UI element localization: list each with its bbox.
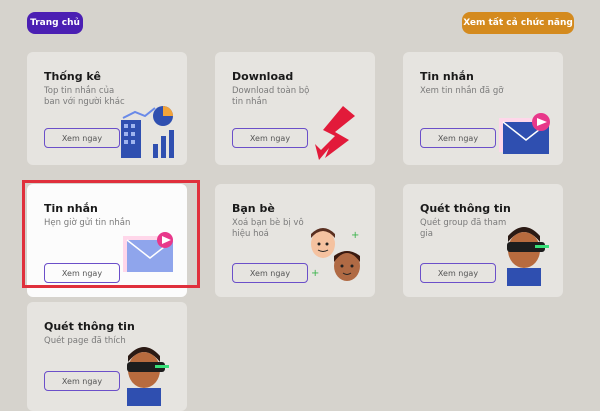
card-deleted-messages: Tin nhắn Xem tin nhắn đã gỡ Xem ngay xyxy=(403,52,563,165)
card-description: Quét group đã tham gia xyxy=(420,218,507,239)
card-title: Tin nhắn xyxy=(420,70,474,83)
card-download: Download Download toàn bộ tin nhắn Xem n… xyxy=(215,52,375,165)
view-now-button[interactable]: Xem ngay xyxy=(420,128,496,148)
svg-text:+: + xyxy=(351,230,359,241)
friends-faces-icon: + + xyxy=(311,228,360,281)
card-description: Download toàn bộ tin nhắn xyxy=(232,86,310,107)
vr-person-icon xyxy=(507,227,549,286)
envelope-icon xyxy=(499,113,550,154)
card-title: Thống kê xyxy=(44,70,101,83)
statistics-chart-icon xyxy=(121,106,174,158)
view-now-button[interactable]: Xem ngay xyxy=(232,263,308,283)
card-statistics: Thống kê Top tin nhắn của ban với người … xyxy=(27,52,187,165)
card-title: Quét thông tin xyxy=(420,202,511,215)
selection-highlight-frame xyxy=(22,180,200,288)
card-title: Download xyxy=(232,70,294,83)
card-scan-groups: Quét thông tin Quét group đã tham gia Xe… xyxy=(403,184,563,297)
card-description: Xem tin nhắn đã gỡ xyxy=(420,86,504,96)
view-now-button[interactable]: Xem ngay xyxy=(44,371,120,391)
card-title: Quét thông tin xyxy=(44,320,135,333)
card-scan-pages: Quét thông tin Quét page đã thích Xem ng… xyxy=(27,302,187,411)
view-now-button[interactable]: Xem ngay xyxy=(44,128,120,148)
download-arrow-icon xyxy=(315,106,355,160)
svg-text:+: + xyxy=(311,268,319,279)
view-all-features-button[interactable]: Xem tất cả chức năng xyxy=(462,12,574,34)
home-button[interactable]: Trang chủ xyxy=(27,12,83,34)
vr-person-icon xyxy=(127,347,169,406)
view-now-button[interactable]: Xem ngay xyxy=(420,263,496,283)
card-title: Bạn bè xyxy=(232,202,275,215)
card-friends: Bạn bè Xoá bạn bè bị vô hiệu hoá Xem nga… xyxy=(215,184,375,297)
view-now-button[interactable]: Xem ngay xyxy=(232,128,308,148)
